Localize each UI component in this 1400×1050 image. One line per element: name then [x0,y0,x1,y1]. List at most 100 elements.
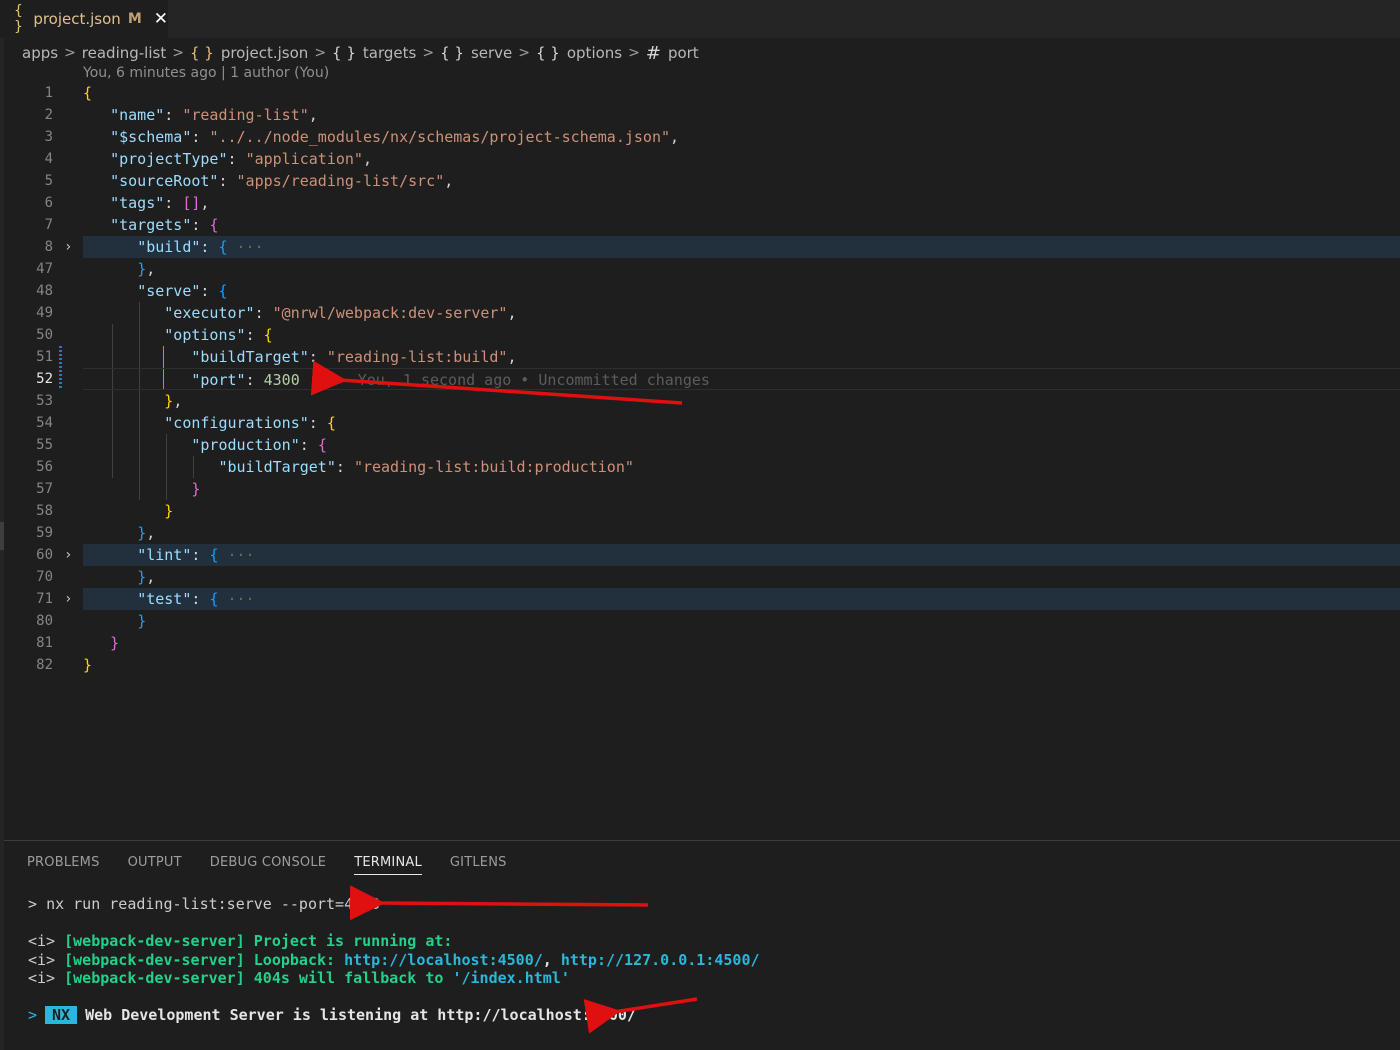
line-number: 1 [44,85,53,101]
prompt-chevron: > [28,1006,38,1024]
annotation-arrow [349,885,649,921]
terminal-link[interactable]: '/index.html' [452,969,569,987]
server-tag: [webpack-dev-server] [64,969,245,987]
tab-terminal[interactable]: TERMINAL [354,855,422,875]
output-text: Loopback: [253,951,336,969]
chevron-right-icon: > [628,45,640,61]
tab-project-json[interactable]: { } project.json M ✕ [0,0,168,38]
code-line-folded: 8 › "build": { ··· [0,236,1400,258]
panel-tabs: PROBLEMS OUTPUT DEBUG CONSOLE TERMINAL G… [27,855,535,875]
chevron-right-icon[interactable]: › [64,544,72,566]
terminal-link[interactable]: http://127.0.0.1:4500/ [561,951,760,969]
code-line: 47 }, [0,258,1400,280]
fold-ellipsis[interactable]: ··· [237,238,264,256]
terminal-command-line[interactable]: > nx run reading-list:serve --port=4500 [28,895,380,913]
object-icon: { } [536,44,560,62]
code-line: 6 "tags": [], [0,192,1400,214]
json-string: "@nrwl/webpack:dev-server" [272,304,508,322]
line-number: 7 [44,217,53,233]
terminal-nx-line: > NX Web Development Server is listening a… [28,1006,636,1024]
line-number: 81 [36,635,53,651]
nx-badge: NX [45,1006,78,1024]
json-file-icon: { } [189,44,214,62]
editor-tab-bar: { } project.json M ✕ [0,0,1400,38]
nx-message: Web Development Server is listening at h… [85,1006,636,1024]
tab-problems[interactable]: PROBLEMS [27,855,100,875]
json-key: "$schema" [110,128,192,146]
breadcrumb: apps > reading-list > { } project.json >… [22,42,699,64]
code-line: 5 "sourceRoot": "apps/reading-list/src", [0,170,1400,192]
json-key: "port" [191,371,246,389]
code-line-folded: 60 › "lint": { ··· [0,544,1400,566]
chevron-right-icon: > [518,45,530,61]
breadcrumb-options[interactable]: options [567,44,622,62]
json-key: "projectType" [110,150,228,168]
json-key: "tags" [110,194,165,212]
json-key: "name" [110,106,165,124]
code-line: 7 "targets": { [0,214,1400,236]
code-line: 49 "executor": "@nrwl/webpack:dev-server… [0,302,1400,324]
codelens-blame[interactable]: You, 6 minutes ago | 1 author (You) [83,65,329,81]
output-text: Project is running at: [253,932,453,950]
line-number: 56 [36,459,53,475]
chevron-right-icon: > [64,45,76,61]
line-number: 80 [36,613,53,629]
line-number: 53 [36,393,53,409]
line-number: 2 [44,107,53,123]
object-icon: { } [440,44,464,62]
code-line: 4 "projectType": "application", [0,148,1400,170]
modified-badge: M [127,11,142,27]
json-key: "build" [137,238,201,256]
terminal-command: nx run reading-list:serve --port=4500 [46,895,381,913]
tab-output[interactable]: OUTPUT [128,855,182,875]
line-number: 82 [36,657,53,673]
line-number: 71 [36,591,53,607]
fold-ellipsis[interactable]: ··· [228,590,255,608]
code-line: 51 "buildTarget": "reading-list:build", [0,346,1400,368]
fold-ellipsis[interactable]: ··· [228,546,255,564]
info-prefix: <i> [28,951,56,969]
code-line: 2 "name": "reading-list", [0,104,1400,126]
line-number: 3 [44,129,53,145]
inline-blame: You, 1 second ago • Uncommitted changes [357,371,710,389]
code-line: 55 "production": { [0,434,1400,456]
chevron-right-icon[interactable]: › [64,588,72,610]
breadcrumb-project-json[interactable]: project.json [221,44,309,62]
line-number: 4 [44,151,53,167]
tab-debug-console[interactable]: DEBUG CONSOLE [210,855,326,875]
breadcrumb-apps[interactable]: apps [22,44,58,62]
code-line-current: 52 "port": 4300 You, 1 second ago • Uncom… [0,368,1400,390]
line-number: 59 [36,525,53,541]
panel-divider[interactable] [4,840,1400,841]
code-line: 70 }, [0,566,1400,588]
chevron-right-icon: > [422,45,435,61]
json-key: "production" [191,436,300,454]
breadcrumb-serve[interactable]: serve [471,44,512,62]
breadcrumb-port[interactable]: port [668,44,699,62]
breadcrumb-reading-list[interactable]: reading-list [82,44,166,62]
json-key: "sourceRoot" [110,172,219,190]
code-line: 53 }, [0,390,1400,412]
line-number: 57 [36,481,53,497]
line-number: 58 [36,503,53,519]
line-number: 49 [36,305,53,321]
line-number: 47 [36,261,53,277]
line-number: 48 [36,283,53,299]
json-key: "lint" [137,546,192,564]
breadcrumb-targets[interactable]: targets [363,44,416,62]
code-line: 80 } [0,610,1400,632]
line-number: 8 [44,239,53,255]
info-prefix: <i> [28,969,56,987]
json-string: "../../node_modules/nx/schemas/project-s… [209,128,671,146]
code-line: 58 } [0,500,1400,522]
code-line: 59 }, [0,522,1400,544]
close-icon[interactable]: ✕ [154,9,168,29]
terminal-link[interactable]: http://localhost:4500/ [344,951,543,969]
chevron-right-icon: > [172,45,184,61]
chevron-right-icon[interactable]: › [64,236,72,258]
json-key: "options" [164,326,246,344]
line-number: 60 [36,547,53,563]
json-string: "reading-list:build:production" [353,458,634,476]
tab-gitlens[interactable]: GITLENS [450,855,507,875]
terminal-output-line: <i> [webpack-dev-server] 404s will fallb… [28,969,570,987]
